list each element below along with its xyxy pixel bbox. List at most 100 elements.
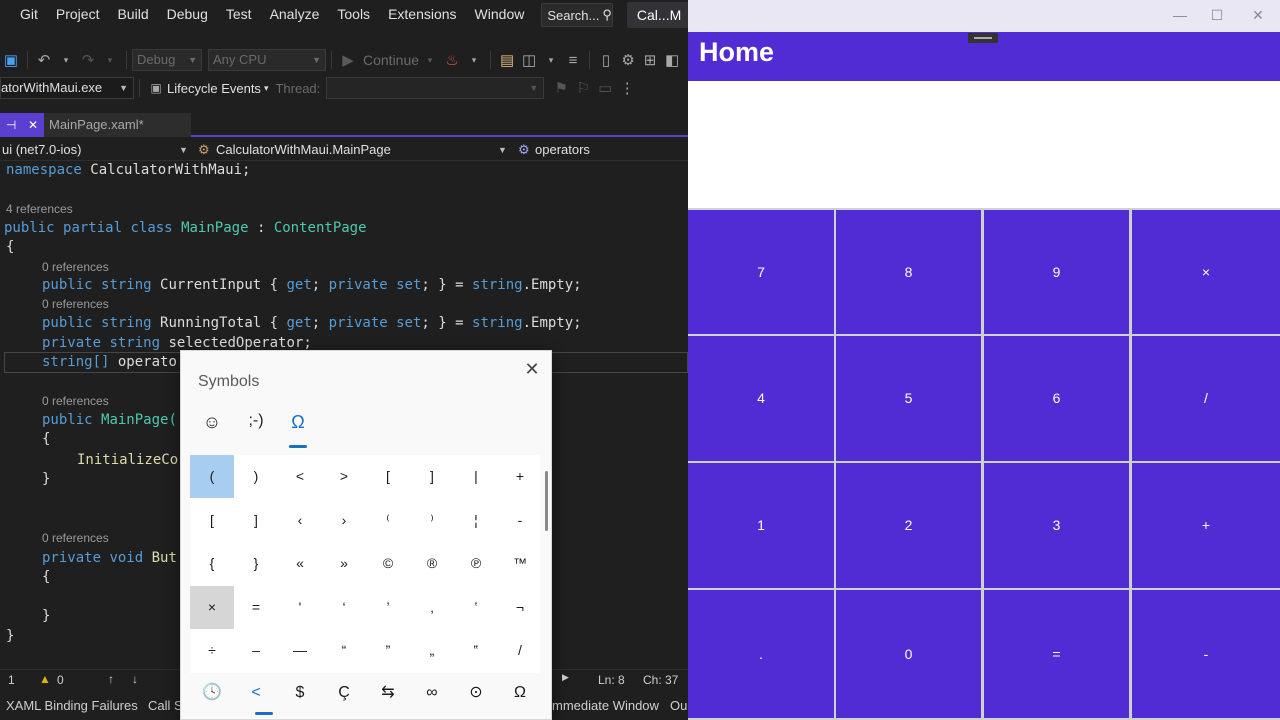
menu-tools[interactable]: Tools: [328, 0, 379, 30]
tab-mainpage-xaml[interactable]: MainPage.xaml*: [44, 113, 191, 137]
overflow-icon[interactable]: ⋮: [616, 79, 638, 97]
menu-git[interactable]: Git: [0, 0, 47, 30]
symbol-cell[interactable]: {: [190, 542, 234, 585]
symbol-cell[interactable]: ‛: [454, 586, 498, 629]
key-decimal-button[interactable]: .: [688, 590, 834, 718]
symbol-cell[interactable]: ]: [410, 455, 454, 498]
symbol-cell[interactable]: ⁾: [410, 499, 454, 542]
symbol-cell[interactable]: ÷: [190, 629, 234, 672]
key-nine-button[interactable]: 9: [984, 210, 1129, 334]
symbol-category-tab[interactable]: ∞: [410, 676, 454, 712]
symbol-cell[interactable]: }: [234, 542, 278, 585]
minimize-icon[interactable]: —: [1160, 0, 1200, 30]
symbol-cell[interactable]: ©: [366, 542, 410, 585]
dropdown-icon[interactable]: ▾: [419, 55, 441, 66]
close-icon[interactable]: ✕: [521, 359, 543, 381]
close-icon[interactable]: ✕: [1238, 0, 1278, 30]
layout-icon[interactable]: ◧: [661, 51, 683, 69]
symbol-cell[interactable]: ): [234, 455, 278, 498]
tab-pinned[interactable]: ⊣ ✕: [0, 113, 44, 137]
drag-handle[interactable]: [968, 33, 998, 43]
continue-button[interactable]: Continue: [363, 52, 419, 68]
symbol-category-tab[interactable]: $: [278, 676, 322, 712]
close-icon[interactable]: ✕: [28, 118, 38, 132]
symbol-cell[interactable]: ⁽: [366, 499, 410, 542]
symbol-category-tab[interactable]: Ω: [498, 676, 542, 712]
dropdown-icon[interactable]: ▾: [264, 83, 269, 94]
symbols-tab[interactable]: Ω: [287, 412, 309, 442]
stack-frame-icon[interactable]: ▭: [594, 79, 616, 97]
menu-build[interactable]: Build: [108, 0, 157, 30]
emoji-tab[interactable]: ☺: [201, 412, 223, 442]
key-one-button[interactable]: 1: [688, 463, 834, 588]
startup-item-combo[interactable]: atorWithMaui.exe ▼: [0, 77, 134, 99]
symbol-cell[interactable]: -: [498, 499, 542, 542]
symbol-category-tab[interactable]: Ç: [322, 676, 366, 712]
symbol-cell[interactable]: ”: [366, 629, 410, 672]
warning-count[interactable]: 0: [57, 673, 64, 687]
redo-icon[interactable]: ↷: [77, 51, 99, 69]
key-six-button[interactable]: 6: [984, 336, 1129, 461]
menu-analyze[interactable]: Analyze: [261, 0, 329, 30]
maximize-icon[interactable]: ☐: [1197, 0, 1237, 30]
save-icon[interactable]: ▣: [0, 51, 22, 69]
search-box[interactable]: Search... ⚲: [541, 3, 613, 27]
symbol-cell[interactable]: ‟: [454, 629, 498, 672]
key-two-button[interactable]: 2: [836, 463, 981, 588]
dropdown-icon[interactable]: ▾: [540, 55, 562, 66]
undo-icon[interactable]: ↶: [33, 51, 55, 69]
symbol-cell[interactable]: “: [322, 629, 366, 672]
symbol-cell[interactable]: ¦: [454, 499, 498, 542]
symbol-cell[interactable]: ®: [410, 542, 454, 585]
thread-combo[interactable]: ▼: [326, 77, 545, 99]
key-five-button[interactable]: 5: [836, 336, 981, 461]
package-icon[interactable]: ⚙: [617, 51, 639, 69]
symbol-cell[interactable]: –: [234, 629, 278, 672]
codelens-references[interactable]: 0 references: [42, 394, 109, 408]
tab-output[interactable]: Ou: [670, 698, 687, 713]
browser-link-icon[interactable]: ◫: [518, 51, 540, 69]
project-combo[interactable]: ui (net7.0-ios): [2, 139, 81, 161]
symbol-cell[interactable]: ›: [322, 499, 366, 542]
symbol-category-tab[interactable]: 🕓: [190, 676, 234, 712]
symbol-cell[interactable]: [: [190, 499, 234, 542]
codelens-references[interactable]: 4 references: [6, 202, 73, 216]
open-folder-icon[interactable]: ▤: [496, 51, 518, 69]
network-icon[interactable]: ⊞: [639, 51, 661, 69]
key-add-button[interactable]: +: [1132, 463, 1280, 588]
codelens-references[interactable]: 0 references: [42, 531, 109, 545]
symbol-category-tab[interactable]: ⊙: [454, 676, 498, 712]
codelens-references[interactable]: 0 references: [42, 260, 109, 274]
key-seven-button[interactable]: 7: [688, 210, 834, 334]
dropdown-icon[interactable]: ▾: [99, 55, 121, 66]
symbol-cell[interactable]: „: [410, 629, 454, 672]
symbol-cell[interactable]: [: [366, 455, 410, 498]
key-divide-button[interactable]: /: [1132, 336, 1280, 461]
type-combo[interactable]: CalculatorWithMaui.MainPage: [216, 139, 391, 161]
symbol-category-tab[interactable]: <: [234, 676, 278, 712]
dropdown-icon[interactable]: ▾: [463, 55, 485, 66]
codelens-references[interactable]: 0 references: [42, 297, 109, 311]
kaomoji-tab[interactable]: ;-): [243, 412, 269, 442]
continue-play-icon[interactable]: ▶: [337, 51, 359, 69]
symbol-cell[interactable]: ': [278, 586, 322, 629]
key-zero-button[interactable]: 0: [836, 590, 981, 718]
pin-icon[interactable]: ⊣: [6, 118, 16, 132]
symbol-cell[interactable]: ™: [498, 542, 542, 585]
expand-arrow-icon[interactable]: ▶: [562, 672, 569, 683]
dropdown-icon[interactable]: ▾: [55, 55, 77, 66]
device-icon[interactable]: ▯: [595, 51, 617, 69]
flag-icon[interactable]: ⚑: [550, 79, 572, 97]
symbol-cell[interactable]: »: [322, 542, 366, 585]
symbol-cell[interactable]: (: [190, 455, 234, 498]
key-four-button[interactable]: 4: [688, 336, 834, 461]
menu-debug[interactable]: Debug: [158, 0, 217, 30]
symbol-cell[interactable]: —: [278, 629, 322, 672]
tab-immediate-window[interactable]: mmediate Window: [552, 698, 659, 713]
symbol-cell[interactable]: ’: [366, 586, 410, 629]
symbol-cell[interactable]: ]: [234, 499, 278, 542]
member-combo[interactable]: operators: [535, 139, 590, 161]
key-eight-button[interactable]: 8: [836, 210, 981, 334]
menu-window[interactable]: Window: [466, 0, 534, 30]
tab-call-stack[interactable]: Call S: [148, 698, 183, 713]
